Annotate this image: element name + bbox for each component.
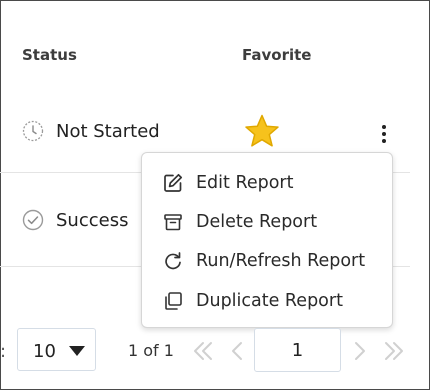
edit-icon [164, 173, 183, 192]
status-label: Not Started [56, 120, 160, 142]
menu-item-label: Duplicate Report [196, 291, 343, 311]
table-row-status: Success [22, 209, 128, 231]
menu-item-label: Run/Refresh Report [196, 251, 366, 271]
menu-item-label: Edit Report [196, 173, 294, 193]
duplicate-icon [165, 292, 182, 310]
last-page-icon[interactable] [381, 338, 407, 364]
first-page-icon[interactable] [190, 338, 216, 364]
previous-page-icon[interactable] [225, 338, 251, 364]
menu-item-run-refresh-report[interactable]: Run/Refresh Report [142, 243, 392, 279]
report-actions-menu: Edit Report Delete Report Run/Refresh Re… [141, 152, 393, 328]
column-header-favorite[interactable]: Favorite [242, 46, 311, 64]
rows-per-page-value: 10 [33, 341, 56, 362]
page-number-input[interactable] [254, 328, 341, 372]
rows-per-page-label: : [0, 341, 7, 362]
row-actions-button[interactable] [378, 123, 390, 145]
caret-down-icon [69, 346, 85, 356]
star-icon[interactable] [244, 114, 280, 148]
menu-item-label: Delete Report [196, 212, 318, 232]
menu-item-delete-report[interactable]: Delete Report [142, 204, 392, 240]
menu-item-edit-report[interactable]: Edit Report [142, 165, 392, 201]
rows-per-page-select[interactable]: 10 [17, 328, 96, 371]
status-label: Success [56, 209, 129, 231]
table-row-status: Not Started [22, 120, 160, 142]
menu-item-duplicate-report[interactable]: Duplicate Report [142, 283, 392, 319]
check-circle-icon [22, 209, 44, 231]
clock-icon [22, 120, 44, 142]
column-header-status[interactable]: Status [22, 46, 77, 64]
archive-icon [164, 214, 182, 231]
refresh-icon [165, 252, 181, 270]
page-info: 1 of 1 [128, 341, 174, 360]
next-page-icon[interactable] [346, 338, 372, 364]
